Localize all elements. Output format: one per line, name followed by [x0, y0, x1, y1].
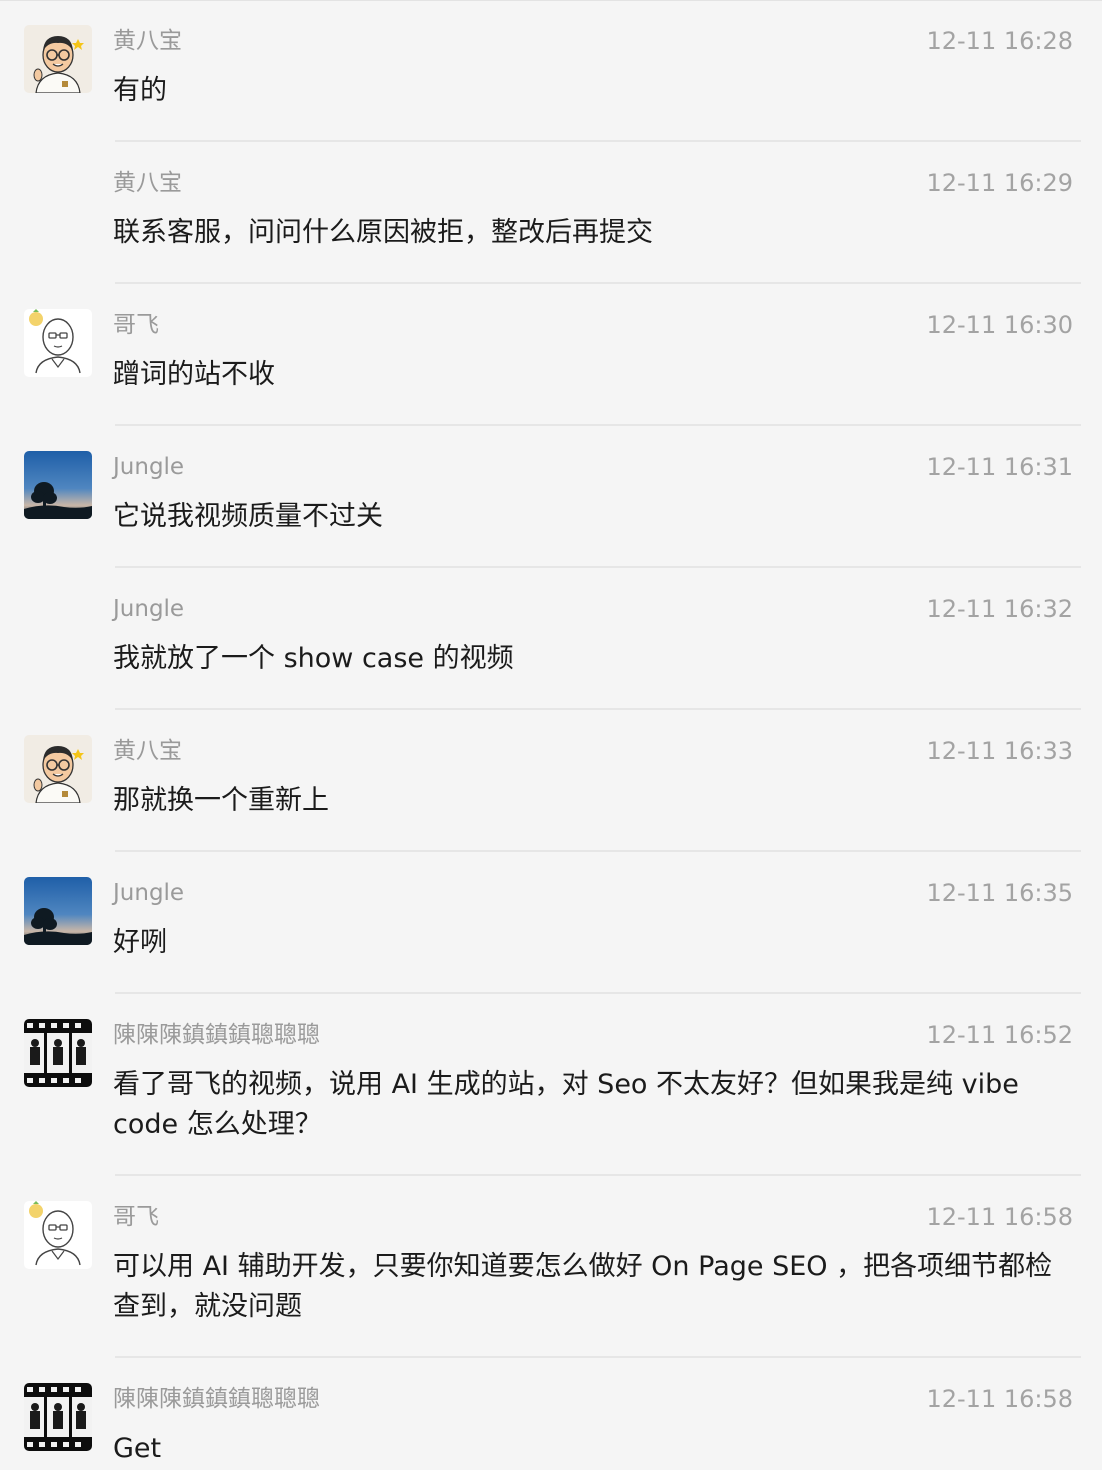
- chen-avatar[interactable]: [24, 1383, 92, 1451]
- sender-name[interactable]: 陳陳陳鎮鎮鎮聰聰聰: [113, 1019, 320, 1051]
- sender-name[interactable]: 黄八宝: [113, 25, 182, 57]
- message-divider: [115, 992, 1081, 994]
- timestamp: 12-11 16:58: [926, 1385, 1073, 1413]
- message-divider: [115, 140, 1081, 142]
- sender-name[interactable]: 哥飞: [113, 309, 159, 341]
- message-divider: [115, 708, 1081, 710]
- huang-avatar[interactable]: [24, 25, 92, 93]
- message-divider: [115, 566, 1081, 568]
- message-text: 那就换一个重新上: [113, 785, 329, 816]
- message-divider: [115, 424, 1081, 426]
- message-text: 看了哥飞的视频，说用 AI 生成的站，对 Seo 不太友好？但如果我是纯 vib…: [113, 1069, 1019, 1140]
- message-text: 有的: [113, 75, 167, 106]
- sender-name[interactable]: Jungle: [113, 451, 184, 483]
- jungle-avatar[interactable]: [24, 451, 92, 519]
- message-divider: [115, 850, 1081, 852]
- message-text: 它说我视频质量不过关: [113, 501, 383, 532]
- gefei-avatar[interactable]: [24, 1201, 92, 1269]
- message-divider: [115, 1356, 1081, 1358]
- message-text: 蹭词的站不收: [113, 359, 275, 390]
- chat-message-list[interactable]: 黄八宝 12-11 16:28 有的 黄八宝 12-11 16:29 联系客服，…: [0, 0, 1102, 1470]
- timestamp: 12-11 16:33: [926, 737, 1073, 765]
- sender-name[interactable]: 黄八宝: [113, 167, 182, 199]
- timestamp: 12-11 16:32: [926, 595, 1073, 623]
- jungle-avatar[interactable]: [24, 877, 92, 945]
- timestamp: 12-11 16:58: [926, 1203, 1073, 1231]
- timestamp: 12-11 16:52: [926, 1021, 1073, 1049]
- message-text: 联系客服，问问什么原因被拒，整改后再提交: [113, 217, 653, 248]
- sender-name[interactable]: Jungle: [113, 593, 184, 625]
- timestamp: 12-11 16:30: [926, 311, 1073, 339]
- timestamp: 12-11 16:29: [926, 169, 1073, 197]
- sender-name[interactable]: 哥飞: [113, 1201, 159, 1233]
- message-divider: [115, 1174, 1081, 1176]
- timestamp: 12-11 16:35: [926, 879, 1073, 907]
- gefei-avatar[interactable]: [24, 309, 92, 377]
- huang-avatar[interactable]: [24, 735, 92, 803]
- message-text: 好咧: [113, 927, 167, 958]
- message-text: 可以用 AI 辅助开发，只要你知道要怎么做好 On Page SEO ，把各项细…: [113, 1251, 1053, 1322]
- message-divider: [115, 282, 1081, 284]
- message-text: 我就放了一个 show case 的视频: [113, 643, 514, 674]
- timestamp: 12-11 16:28: [926, 27, 1073, 55]
- timestamp: 12-11 16:31: [926, 453, 1073, 481]
- sender-name[interactable]: 黄八宝: [113, 735, 182, 767]
- sender-name[interactable]: 陳陳陳鎮鎮鎮聰聰聰: [113, 1383, 320, 1415]
- sender-name[interactable]: Jungle: [113, 877, 184, 909]
- chen-avatar[interactable]: [24, 1019, 92, 1087]
- message-text: Get: [113, 1433, 162, 1464]
